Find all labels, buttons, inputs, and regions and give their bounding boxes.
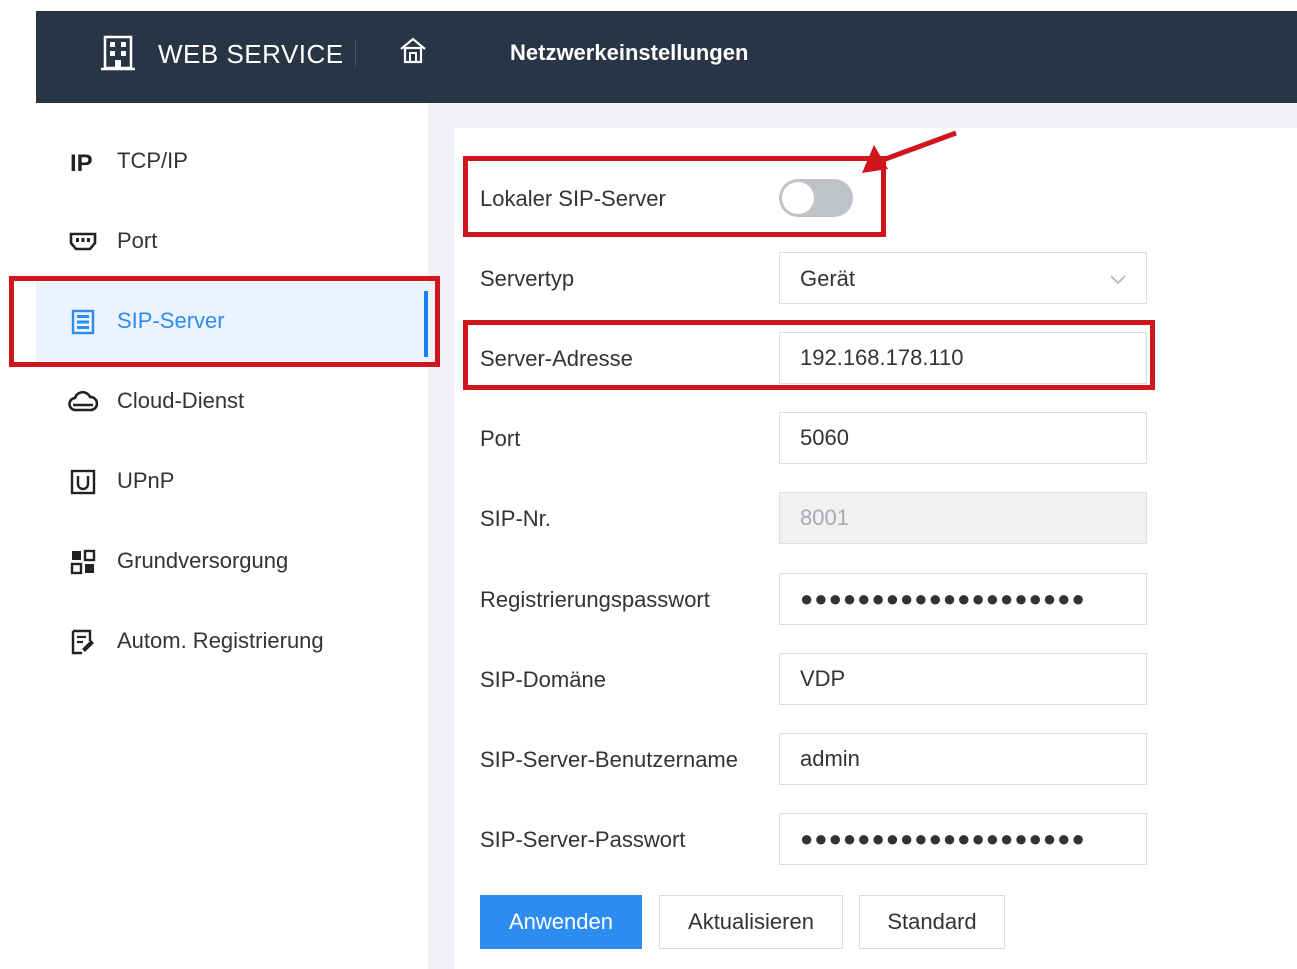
- highlight-box-server-address: [463, 320, 1155, 390]
- brand-title: WEB SERVICE: [158, 39, 344, 69]
- highlight-box-local-sip-toggle: [463, 156, 886, 237]
- sidebar-item-label: Autom. Registrierung: [117, 628, 324, 653]
- sip-password-label: SIP-Server-Passwort: [480, 827, 686, 852]
- header-divider: [355, 39, 356, 67]
- registration-password-label: Registrierungspasswort: [480, 587, 710, 612]
- port-input[interactable]: [779, 412, 1147, 464]
- sip-domain-input[interactable]: [779, 653, 1147, 705]
- chevron-down-icon: [1110, 275, 1126, 285]
- register-icon: [71, 629, 94, 655]
- sidebar-item-autom-registrierung[interactable]: Autom. Registrierung: [36, 603, 428, 683]
- ip-icon: IP: [70, 150, 93, 177]
- sidebar-item-label: Port: [117, 228, 158, 253]
- sip-password-input[interactable]: [779, 813, 1147, 865]
- sidebar-item-label: Grundversorgung: [117, 548, 289, 573]
- sip-domain-label: SIP-Domäne: [480, 667, 606, 692]
- sip-username-label: SIP-Server-Benutzername: [480, 747, 738, 772]
- refresh-button[interactable]: Aktualisieren: [659, 895, 843, 949]
- default-button[interactable]: Standard: [859, 895, 1005, 949]
- registration-password-input[interactable]: [779, 573, 1147, 625]
- upnp-icon: [70, 469, 96, 495]
- sidebar-item-label: TCP/IP: [117, 148, 188, 173]
- sidebar-item-tcp-ip[interactable]: IP TCP/IP: [36, 123, 428, 203]
- sip-username-input[interactable]: [779, 733, 1147, 785]
- building-icon: [101, 35, 135, 71]
- port-label: Port: [480, 426, 521, 451]
- sidebar-item-grundversorgung[interactable]: Grundversorgung: [36, 523, 428, 603]
- sip-number-label: SIP-Nr.: [480, 506, 551, 531]
- grid-icon: [70, 549, 96, 575]
- sidebar-item-label: UPnP: [117, 468, 175, 493]
- page-title: Netzwerkeinstellungen: [510, 40, 749, 65]
- cloud-icon: [68, 390, 98, 412]
- highlight-box-sip-server-nav: [9, 276, 440, 367]
- sip-number-input: [779, 492, 1147, 544]
- sidebar-item-cloud-dienst[interactable]: Cloud-Dienst: [36, 363, 428, 443]
- port-icon: [69, 232, 97, 251]
- server-type-label: Servertyp: [480, 266, 575, 291]
- red-arrow-annotation: [862, 130, 957, 173]
- home-icon[interactable]: [397, 34, 429, 66]
- server-type-value: Gerät: [800, 266, 856, 291]
- sidebar-item-label: Cloud-Dienst: [117, 388, 245, 413]
- sidebar-item-port[interactable]: Port: [36, 203, 428, 283]
- apply-button[interactable]: Anwenden: [480, 895, 642, 949]
- top-header-bar: WEB SERVICE Netzwerkeinstellungen: [36, 11, 1297, 103]
- svg-text:IP: IP: [70, 150, 93, 177]
- server-type-select[interactable]: Gerät: [779, 252, 1147, 304]
- sidebar-item-upnp[interactable]: UPnP: [36, 443, 428, 523]
